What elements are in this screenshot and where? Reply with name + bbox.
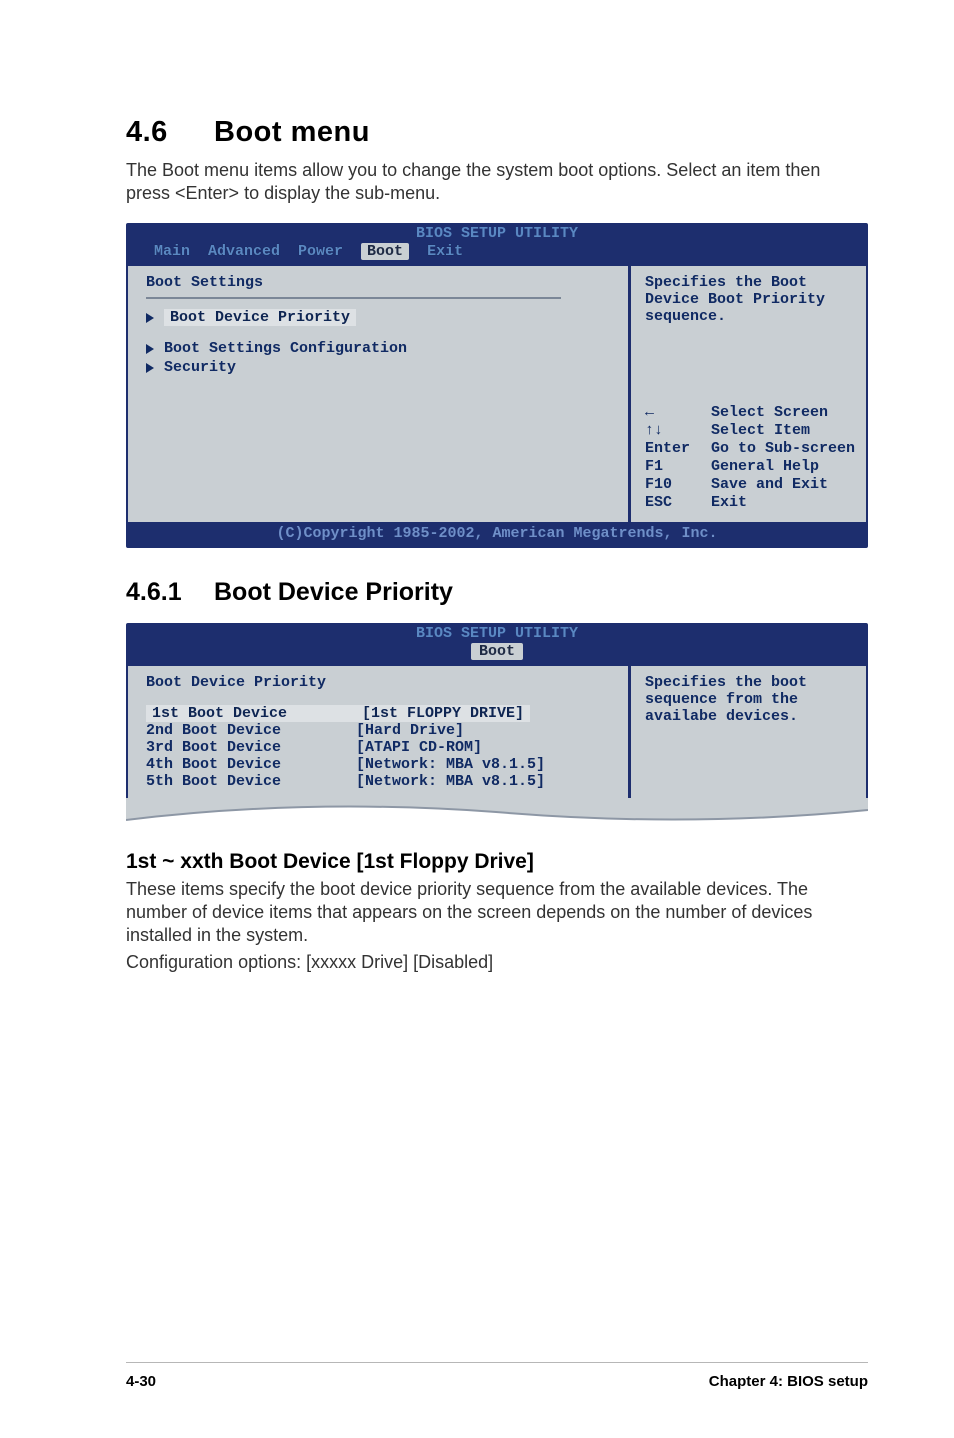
page-footer: 4-30 Chapter 4: BIOS setup — [126, 1362, 868, 1390]
menu-item-security[interactable]: Security — [146, 359, 618, 376]
bios-left-panel: Boot Device Priority 1st Boot Device[1st… — [128, 666, 628, 798]
bios-tab-bar: Boot — [128, 643, 866, 664]
key-desc: Select Screen — [711, 404, 828, 422]
tab-exit[interactable]: Exit — [427, 243, 463, 260]
menu-item-label: Boot Device Priority — [164, 309, 356, 326]
key-row: F1 General Help — [645, 458, 856, 476]
key-row: ESC Exit — [645, 494, 856, 512]
boot-value: [Network: MBA v8.1.5] — [356, 773, 545, 790]
keymap-block: ← Select Screen ↑↓ Select Item Enter Go to … — [645, 404, 856, 512]
footer-chapter-label: Chapter 4: BIOS setup — [709, 1373, 868, 1390]
boot-key: 1st Boot Device — [146, 705, 356, 722]
submenu-arrow-icon — [146, 363, 154, 373]
key-row: ↑↓ Select Item — [645, 422, 856, 440]
bios-right-panel: Specifies the boot sequence from the ava… — [628, 666, 866, 798]
bios-window: BIOS SETUP UTILITY Main Advanced Power B… — [126, 223, 868, 548]
section-number: 4.6 — [126, 116, 214, 149]
option-body-1: These items specify the boot device prio… — [126, 878, 868, 947]
intro-paragraph: The Boot menu items allow you to change … — [126, 159, 868, 205]
bios-tab-bar: Main Advanced Power Boot Exit — [128, 243, 866, 264]
option-heading: 1st ~ xxth Boot Device [1st Floppy Drive… — [126, 850, 868, 874]
key-label: Enter — [645, 440, 697, 458]
menu-item-boot-device-priority[interactable]: Boot Device Priority — [146, 309, 618, 326]
boot-value: [Hard Drive] — [356, 722, 464, 739]
tab-main[interactable]: Main — [154, 243, 190, 260]
key-desc: Save and Exit — [711, 476, 828, 494]
boot-order-row[interactable]: 5th Boot Device[Network: MBA v8.1.5] — [146, 773, 618, 790]
subsection-title: Boot Device Priority — [214, 578, 453, 606]
bios-body: Boot Settings Boot Device Priority Boot … — [128, 264, 866, 522]
boot-key: 3rd Boot Device — [146, 739, 356, 756]
bios-copyright: (C)Copyright 1985-2002, American Megatre… — [128, 522, 866, 546]
section-title-text: Boot menu — [214, 116, 370, 148]
left-panel-title: Boot Device Priority — [146, 674, 618, 691]
key-desc: Exit — [711, 494, 747, 512]
key-label: ESC — [645, 494, 697, 512]
bios-right-panel: Specifies the Boot Device Boot Priority … — [628, 266, 866, 522]
menu-item-label: Boot Settings Configuration — [164, 340, 407, 357]
tab-boot[interactable]: Boot — [471, 643, 523, 660]
boot-key: 5th Boot Device — [146, 773, 356, 790]
menu-item-boot-settings-config[interactable]: Boot Settings Configuration — [146, 340, 618, 357]
boot-value: [Network: MBA v8.1.5] — [356, 756, 545, 773]
page-root: 4.6Boot menu The Boot menu items allow y… — [0, 0, 954, 1438]
option-body-2: Configuration options: [xxxxx Drive] [Di… — [126, 951, 868, 974]
footer-divider — [126, 1362, 868, 1363]
key-row: F10 Save and Exit — [645, 476, 856, 494]
boot-key: 4th Boot Device — [146, 756, 356, 773]
key-row: Enter Go to Sub-screen — [645, 440, 856, 458]
torn-edge-icon — [126, 798, 868, 828]
bios-body: Boot Device Priority 1st Boot Device[1st… — [128, 664, 866, 798]
tab-advanced[interactable]: Advanced — [208, 243, 280, 260]
key-desc: General Help — [711, 458, 819, 476]
boot-value: [ATAPI CD-ROM] — [356, 739, 482, 756]
key-desc: Go to Sub-screen — [711, 440, 855, 458]
bios-title: BIOS SETUP UTILITY — [128, 225, 866, 243]
boot-order-row[interactable]: 2nd Boot Device[Hard Drive] — [146, 722, 618, 739]
help-text: Specifies the Boot Device Boot Priority … — [645, 274, 856, 325]
key-label: F10 — [645, 476, 697, 494]
menu-item-label: Security — [164, 359, 236, 376]
tab-boot[interactable]: Boot — [361, 243, 409, 260]
key-left-arrow-icon: ← — [645, 404, 697, 422]
bios-window: BIOS SETUP UTILITY Boot Boot Device Prio… — [126, 623, 868, 800]
boot-order-row[interactable]: 4th Boot Device[Network: MBA v8.1.5] — [146, 756, 618, 773]
boot-order-row[interactable]: 3rd Boot Device[ATAPI CD-ROM] — [146, 739, 618, 756]
boot-key: 2nd Boot Device — [146, 722, 356, 739]
bios-screenshot-boot-priority: BIOS SETUP UTILITY Boot Boot Device Prio… — [126, 623, 868, 828]
submenu-arrow-icon — [146, 313, 154, 323]
subsection-number: 4.6.1 — [126, 578, 214, 607]
tab-power[interactable]: Power — [298, 243, 343, 260]
key-row: ← Select Screen — [645, 404, 856, 422]
bios-screenshot-boot-settings: BIOS SETUP UTILITY Main Advanced Power B… — [126, 223, 868, 548]
bios-title: BIOS SETUP UTILITY — [128, 625, 866, 643]
key-label: F1 — [645, 458, 697, 476]
subsection-heading: 4.6.1Boot Device Priority — [126, 578, 868, 607]
left-panel-title: Boot Settings — [146, 274, 618, 291]
boot-order-row[interactable]: 1st Boot Device[1st FLOPPY DRIVE] — [146, 705, 618, 722]
key-desc: Select Item — [711, 422, 810, 440]
key-updown-arrow-icon: ↑↓ — [645, 422, 697, 440]
submenu-arrow-icon — [146, 344, 154, 354]
left-panel-divider — [146, 297, 561, 299]
boot-value: [1st FLOPPY DRIVE] — [356, 705, 530, 722]
help-text: Specifies the boot sequence from the ava… — [645, 674, 856, 725]
bios-left-panel: Boot Settings Boot Device Priority Boot … — [128, 266, 628, 522]
section-heading: 4.6Boot menu — [126, 116, 868, 149]
footer-page-number: 4-30 — [126, 1373, 156, 1390]
